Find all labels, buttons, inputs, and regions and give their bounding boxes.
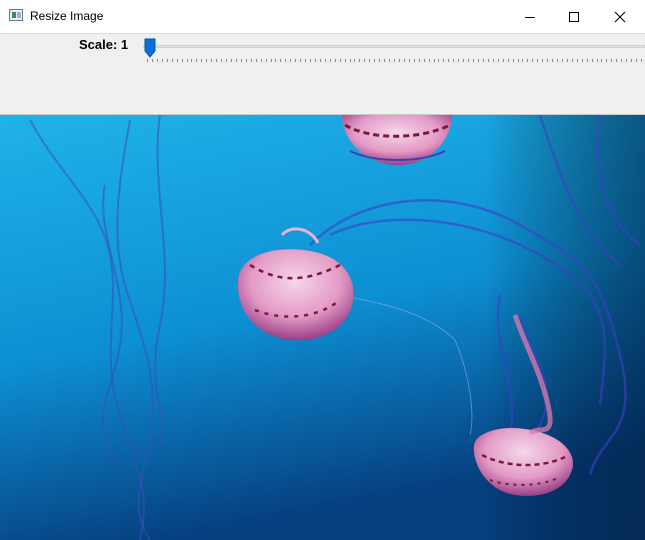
image-canvas: [0, 115, 645, 540]
maximize-button[interactable]: [551, 0, 597, 33]
slider-ticks: [147, 59, 642, 62]
title-bar: Resize Image: [0, 0, 645, 33]
image-app-icon: [9, 9, 23, 21]
scale-slider-thumb[interactable]: [144, 38, 156, 58]
minimize-button[interactable]: [507, 0, 553, 33]
toolbar: Scale: 1: [0, 33, 645, 115]
scale-slider-track[interactable]: [143, 45, 645, 48]
maximize-icon: [569, 11, 579, 22]
scale-label: Scale: 1: [79, 37, 129, 52]
window-title: Resize Image: [30, 9, 104, 23]
close-icon: [614, 11, 626, 22]
close-button[interactable]: [597, 0, 643, 33]
minimize-icon: [525, 16, 535, 18]
jellyfish-image: [0, 115, 645, 540]
